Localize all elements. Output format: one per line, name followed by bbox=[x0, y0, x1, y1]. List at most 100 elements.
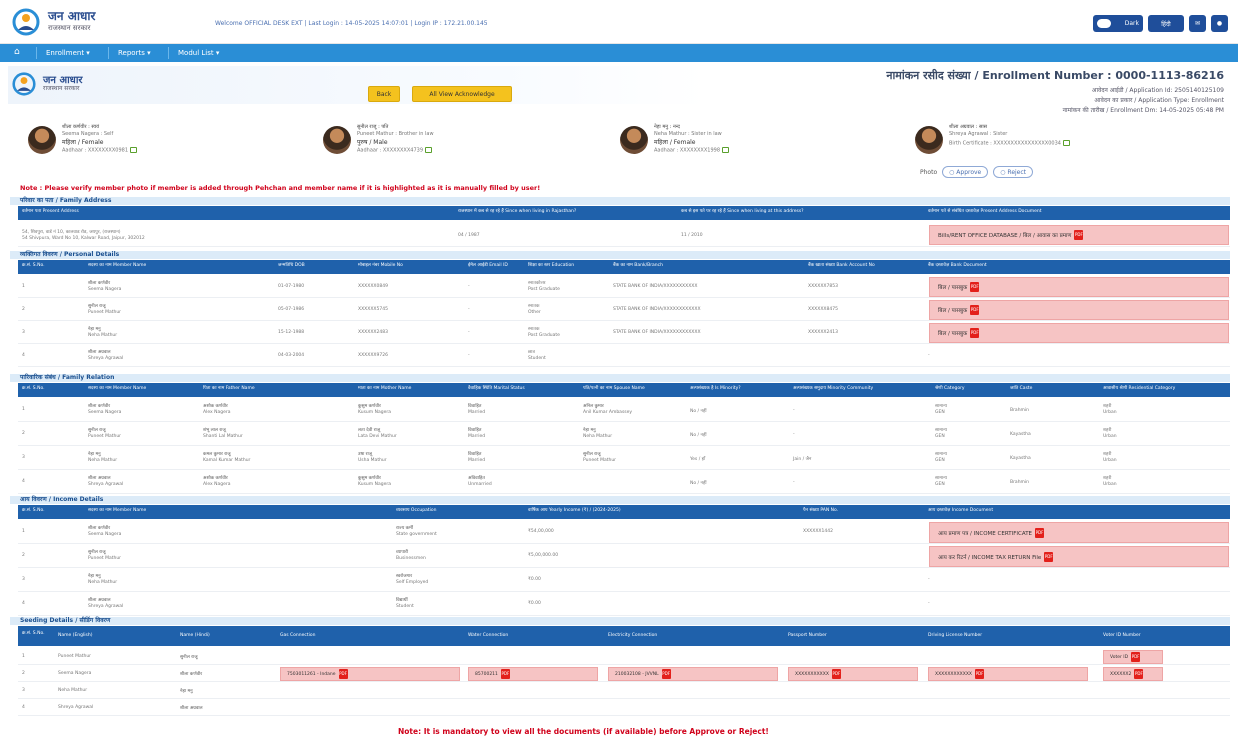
nav-modul-list[interactable]: Modul List ▾ bbox=[178, 49, 219, 57]
cell-education-hi: स्नातकोत्तर bbox=[528, 281, 546, 286]
cell-occupation-hi: स्वरोजगार bbox=[396, 574, 413, 579]
cell-education-hi: स्नातक bbox=[528, 304, 540, 309]
cell-name-hi: नेहा मनु bbox=[180, 689, 193, 694]
cell-spouse-hi: अनिल कुमार bbox=[583, 404, 604, 409]
cell-bank: STATE BANK OF INDIA/XXXXXXXXXXXX bbox=[613, 330, 701, 335]
nav-enrollment[interactable]: Enrollment ▾ bbox=[46, 49, 90, 57]
cell-email: - bbox=[468, 307, 470, 312]
cell-education-en: Post Graduate bbox=[528, 333, 560, 338]
cell-category-en: GEN bbox=[935, 482, 945, 487]
reject-photo-button[interactable]: ○ Reject bbox=[993, 166, 1034, 178]
cell-account: XXXXXX7853 bbox=[808, 284, 838, 289]
cell-education-hi: स्नातक bbox=[528, 327, 540, 332]
cell-name-hi: सुनील राजू bbox=[88, 304, 106, 309]
mail-icon[interactable]: ✉ bbox=[1189, 15, 1206, 32]
water-connection-link[interactable]: 85700211 PDF bbox=[468, 667, 598, 681]
member-relation-hi: शीला अग्रवाल : सास bbox=[949, 124, 987, 130]
cell-mobile: XXXXXX2483 bbox=[358, 330, 388, 335]
cell-name-en: Shreya Agrawal bbox=[58, 705, 94, 710]
nav-reports[interactable]: Reports ▾ bbox=[118, 49, 151, 57]
address-document-link[interactable]: Bills/RENT OFFICE DATABASE / बिल / आवास … bbox=[929, 225, 1229, 245]
cell-father-en: Alex Nagera bbox=[203, 482, 231, 487]
personal-details-title: व्यक्तिगत विवरण / Personal Details bbox=[10, 251, 1230, 259]
avatar[interactable] bbox=[323, 126, 351, 154]
cell-residential-hi: शहरी bbox=[1103, 428, 1112, 433]
dark-mode-toggle[interactable]: Dark bbox=[1093, 15, 1143, 32]
voter-id-link[interactable]: Voter ID PDF bbox=[1103, 650, 1163, 664]
cell-name-hi: नेहा मनु bbox=[88, 327, 101, 332]
document-label: बिल / पासबुक bbox=[938, 331, 968, 337]
income-document-link[interactable]: आय कर रिटर्न / INCOME TAX RETURN File PDF bbox=[929, 546, 1229, 567]
language-label: हिंदी bbox=[1161, 20, 1171, 28]
cell-name-hi: शीला कर्णवीर bbox=[88, 404, 111, 409]
cell-marital-en: Married bbox=[468, 434, 486, 439]
cell-email: - bbox=[468, 353, 470, 358]
member-id: Birth Certificate : XXXXXXXXXXXXXXXX0034 bbox=[949, 140, 1070, 147]
member-relation-hi: शीला कर्णवीर : स्वयं bbox=[62, 124, 100, 130]
personal-details-header: क्र.सं. S.No. सदस्य का नाम Member Name ज… bbox=[18, 260, 1230, 274]
bank-document-link[interactable]: बिल / पासबुक PDF bbox=[929, 277, 1229, 297]
cell-name-hi: नेहा मनु bbox=[88, 452, 101, 457]
approve-photo-button[interactable]: ○ Approve bbox=[942, 166, 989, 178]
cell-spouse-hi: नेहा मनु bbox=[583, 428, 596, 433]
family-address-header: वर्तमान पता Present Address राजस्थान में… bbox=[18, 206, 1230, 220]
cell-occupation-hi: विद्यार्थी bbox=[396, 598, 408, 603]
cell-residential-hi: शहरी bbox=[1103, 476, 1112, 481]
bank-document-link[interactable]: बिल / पासबुक PDF bbox=[929, 323, 1229, 343]
table-row: 4 शीला अग्रवाल Shreya Agrawal अशोक कर्णवीर A… bbox=[18, 470, 1230, 494]
cell-bank-document: - bbox=[928, 353, 930, 358]
passport-number-link[interactable]: XXXXXXXXXXX PDF bbox=[788, 667, 918, 681]
document-label: आय कर रिटर्न / INCOME TAX RETURN File bbox=[938, 554, 1042, 561]
cell-category-en: GEN bbox=[935, 458, 945, 463]
cell-father-hi: अशोक कर्णवीर bbox=[203, 476, 228, 481]
cell-sno: 4 bbox=[22, 353, 25, 358]
avatar[interactable] bbox=[915, 126, 943, 154]
cell-name-en: Shreya Agrawal bbox=[88, 356, 124, 361]
electricity-connection-link[interactable]: 210032108 - JVVNL PDF bbox=[608, 667, 778, 681]
cell-sno: 4 bbox=[22, 705, 25, 710]
cell-minority: No / नहीं bbox=[690, 481, 707, 486]
member-id: Aadhaar : XXXXXXXX1998 bbox=[654, 147, 730, 154]
cell-name-en: Neha Mathur bbox=[88, 458, 118, 463]
income-details-header: क्र.सं. S.No. सदस्य का नाम Member Name व… bbox=[18, 505, 1230, 519]
cell-mother-en: Lata Devi Mathur bbox=[358, 434, 397, 439]
pdf-icon: PDF bbox=[1044, 551, 1054, 562]
application-type: आवेदन का प्रकार / Application Type: Enro… bbox=[1094, 97, 1224, 104]
cell-sno: 1 bbox=[22, 407, 25, 412]
bank-document-link[interactable]: बिल / पासबुक PDF bbox=[929, 300, 1229, 320]
cell-email: - bbox=[468, 284, 470, 289]
view-acknowledge-button[interactable]: All View Acknowledge bbox=[412, 86, 512, 102]
member-relation-hi: नेहा मनु : नन्द bbox=[654, 124, 680, 130]
document-label: 85700211 bbox=[475, 671, 498, 677]
cell-occupation-en: Self Employed bbox=[396, 580, 429, 585]
member-relation-en: Shreya Agrawal : Sister bbox=[949, 131, 1008, 137]
cell-marital-hi: अविवाहित bbox=[468, 476, 485, 481]
cell-sno: 4 bbox=[22, 601, 25, 606]
voter-id-link[interactable]: XXXXXX2 PDF bbox=[1103, 667, 1163, 681]
photo-actions: Photo ○ Approve ○ Reject bbox=[920, 166, 1034, 178]
home-icon[interactable]: ⌂ bbox=[14, 47, 20, 57]
gas-connection-link[interactable]: 7503011261 - Indane PDF bbox=[280, 667, 460, 681]
driving-license-link[interactable]: XXXXXXXXXXXX PDF bbox=[928, 667, 1088, 681]
user-icon[interactable]: ● bbox=[1211, 15, 1228, 32]
cell-name-hi: सुनील राजू bbox=[88, 428, 106, 433]
cell-marital-hi: विवाहित bbox=[468, 404, 482, 409]
table-row: 1 शीला कर्णवीर Seema Nagera अशोक कर्णवीर Ale… bbox=[18, 398, 1230, 422]
back-button[interactable]: Back bbox=[368, 86, 400, 102]
cell-email: - bbox=[468, 330, 470, 335]
cell-account: XXXXXX2413 bbox=[808, 330, 838, 335]
cell-marital-hi: विवाहित bbox=[468, 428, 482, 433]
cell-mother-hi: कुसुम कर्णवीर bbox=[358, 476, 381, 481]
member-relation-en: Seema Nagera : Self bbox=[62, 131, 114, 137]
avatar[interactable] bbox=[28, 126, 56, 154]
cell-minority-community: - bbox=[793, 432, 795, 437]
language-button[interactable]: हिंदी bbox=[1148, 15, 1184, 32]
cell-name-en: Neha Mathur bbox=[58, 688, 88, 693]
family-address-title: परिवार का पता / Family Address bbox=[10, 197, 1230, 205]
photo-label: Photo bbox=[920, 168, 938, 176]
avatar[interactable] bbox=[620, 126, 648, 154]
cell-name-hi: शीला अग्रवाल bbox=[88, 598, 111, 603]
toggle-knob bbox=[1097, 19, 1111, 28]
cell-sno: 2 bbox=[22, 431, 25, 436]
income-document-link[interactable]: आय प्रमाण पत्र / INCOME CERTIFICATE PDF bbox=[929, 522, 1229, 543]
